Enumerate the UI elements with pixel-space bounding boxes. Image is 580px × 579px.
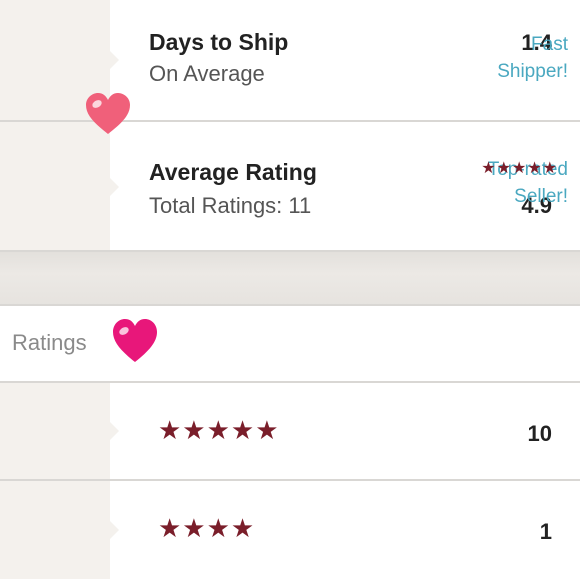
four-star-rating: ★★★★	[158, 513, 256, 543]
fast-shipper-line2: Shipper!	[497, 61, 568, 82]
rating-count-column	[0, 383, 119, 479]
heart-icon	[86, 93, 130, 134]
rating-breakdown-row: 1 ★★★★	[0, 481, 580, 579]
ratings-header	[0, 306, 580, 382]
top-rated-line2: Seller!	[514, 186, 568, 207]
total-ratings-subtitle: Total Ratings: 11	[149, 193, 312, 218]
rating-row: Average Rating Total Ratings: 11 4.9 Top…	[0, 122, 580, 251]
rating-count: 10	[527, 421, 552, 446]
section-separator	[0, 252, 580, 306]
fast-shipper-badge: Fast Shipper!	[497, 31, 568, 85]
days-to-ship-title: Days to Ship	[149, 29, 289, 55]
rating-count: 1	[539, 519, 552, 544]
average-rating-title: Average Rating	[149, 159, 317, 185]
average-rating-stars: ★★★★★	[481, 160, 558, 177]
rating-value-column	[0, 122, 119, 251]
days-to-ship-subtitle: On Average	[149, 61, 265, 86]
rating-count-column	[0, 481, 119, 579]
heart-icon	[113, 319, 157, 362]
fast-shipper-line1: Fast	[531, 34, 568, 55]
five-star-rating: ★★★★★	[158, 415, 280, 445]
rating-breakdown-row: 10 ★★★★★	[0, 383, 580, 479]
ratings-section-title: Ratings	[12, 330, 87, 355]
